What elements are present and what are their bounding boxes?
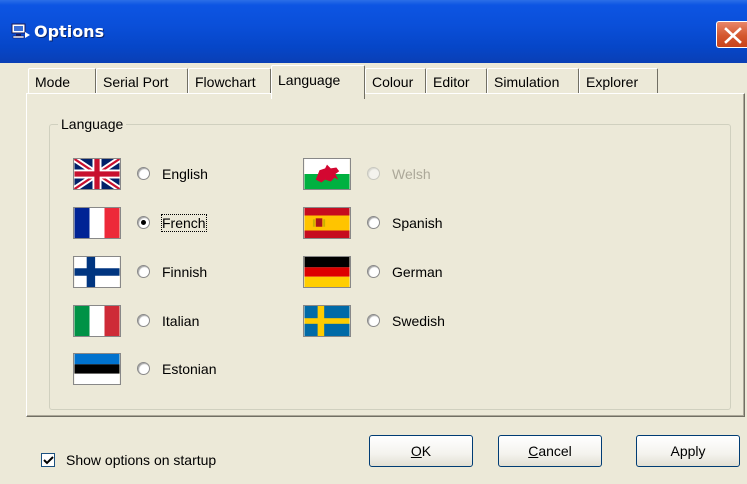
tab-label: Mode <box>35 74 71 90</box>
radio-italian[interactable] <box>137 314 150 327</box>
radio-german[interactable] <box>367 265 380 278</box>
tab-language[interactable]: Language <box>271 65 365 99</box>
label-estonian[interactable]: Estonian <box>162 361 216 377</box>
radio-spanish[interactable] <box>367 216 380 229</box>
ok-button[interactable]: OK <box>369 435 473 467</box>
show-options-label[interactable]: Show options on startup <box>66 452 216 468</box>
tab-label: Explorer <box>586 74 639 90</box>
tab-serial-port[interactable]: Serial Port <box>96 68 188 95</box>
ok-accel: O <box>410 443 422 459</box>
uk-flag-icon <box>73 158 121 190</box>
label-italian[interactable]: Italian <box>162 313 199 329</box>
tab-flowchart[interactable]: Flowchart <box>188 68 271 95</box>
italy-flag-icon <box>73 305 121 337</box>
radio-finnish[interactable] <box>137 265 150 278</box>
label-german[interactable]: German <box>392 264 443 280</box>
groupbox-title: Language <box>58 116 127 132</box>
spain-flag-icon <box>303 207 351 239</box>
tab-label: Language <box>278 72 341 88</box>
label-english[interactable]: English <box>162 166 208 182</box>
cancel-accel: C <box>528 443 539 459</box>
estonia-flag-icon <box>73 353 121 385</box>
tab-label: Serial Port <box>103 74 169 90</box>
radio-swedish[interactable] <box>367 314 380 327</box>
label-finnish[interactable]: Finnish <box>162 264 207 280</box>
radio-english[interactable] <box>137 167 150 180</box>
radio-estonian[interactable] <box>137 362 150 375</box>
dialog-client-area: Mode Serial Port Flowchart Language Colo… <box>0 63 747 484</box>
title-bar[interactable]: Options <box>0 0 747 63</box>
tab-colour[interactable]: Colour <box>365 68 426 95</box>
label-swedish[interactable]: Swedish <box>392 313 445 329</box>
show-options-checkbox[interactable] <box>41 453 55 467</box>
wales-flag-icon <box>303 158 351 190</box>
window-title: Options <box>34 22 105 41</box>
tab-simulation[interactable]: Simulation <box>487 68 579 95</box>
checkmark-icon <box>43 456 54 465</box>
tab-label: Colour <box>372 74 414 90</box>
france-flag-icon <box>73 207 121 239</box>
germany-flag-icon <box>303 256 351 288</box>
label-welsh[interactable]: Welsh <box>392 166 431 182</box>
tab-editor[interactable]: Editor <box>426 68 487 95</box>
cancel-button[interactable]: Cancel <box>498 435 602 467</box>
label-french[interactable]: French <box>161 214 207 232</box>
tab-label: Editor <box>433 74 470 90</box>
computer-icon <box>11 23 31 39</box>
label-spanish[interactable]: Spanish <box>392 215 443 231</box>
radio-french[interactable] <box>137 216 150 229</box>
language-groupbox: Language <box>49 116 731 410</box>
close-icon <box>724 27 742 44</box>
finland-flag-icon <box>73 256 121 288</box>
ok-rest: K <box>421 443 432 459</box>
cancel-rest: ancel <box>538 443 572 459</box>
sweden-flag-icon <box>303 305 351 337</box>
language-tab-panel: Language <box>26 93 745 417</box>
apply-label: Apply <box>670 443 706 459</box>
close-button[interactable] <box>716 21 747 48</box>
tab-label: Flowchart <box>195 74 256 90</box>
radio-welsh[interactable] <box>367 167 380 180</box>
radio-dot <box>141 220 146 225</box>
tab-label: Simulation <box>494 74 560 90</box>
apply-button[interactable]: Apply <box>636 435 740 467</box>
tab-explorer[interactable]: Explorer <box>579 68 658 95</box>
tab-mode[interactable]: Mode <box>28 68 96 95</box>
